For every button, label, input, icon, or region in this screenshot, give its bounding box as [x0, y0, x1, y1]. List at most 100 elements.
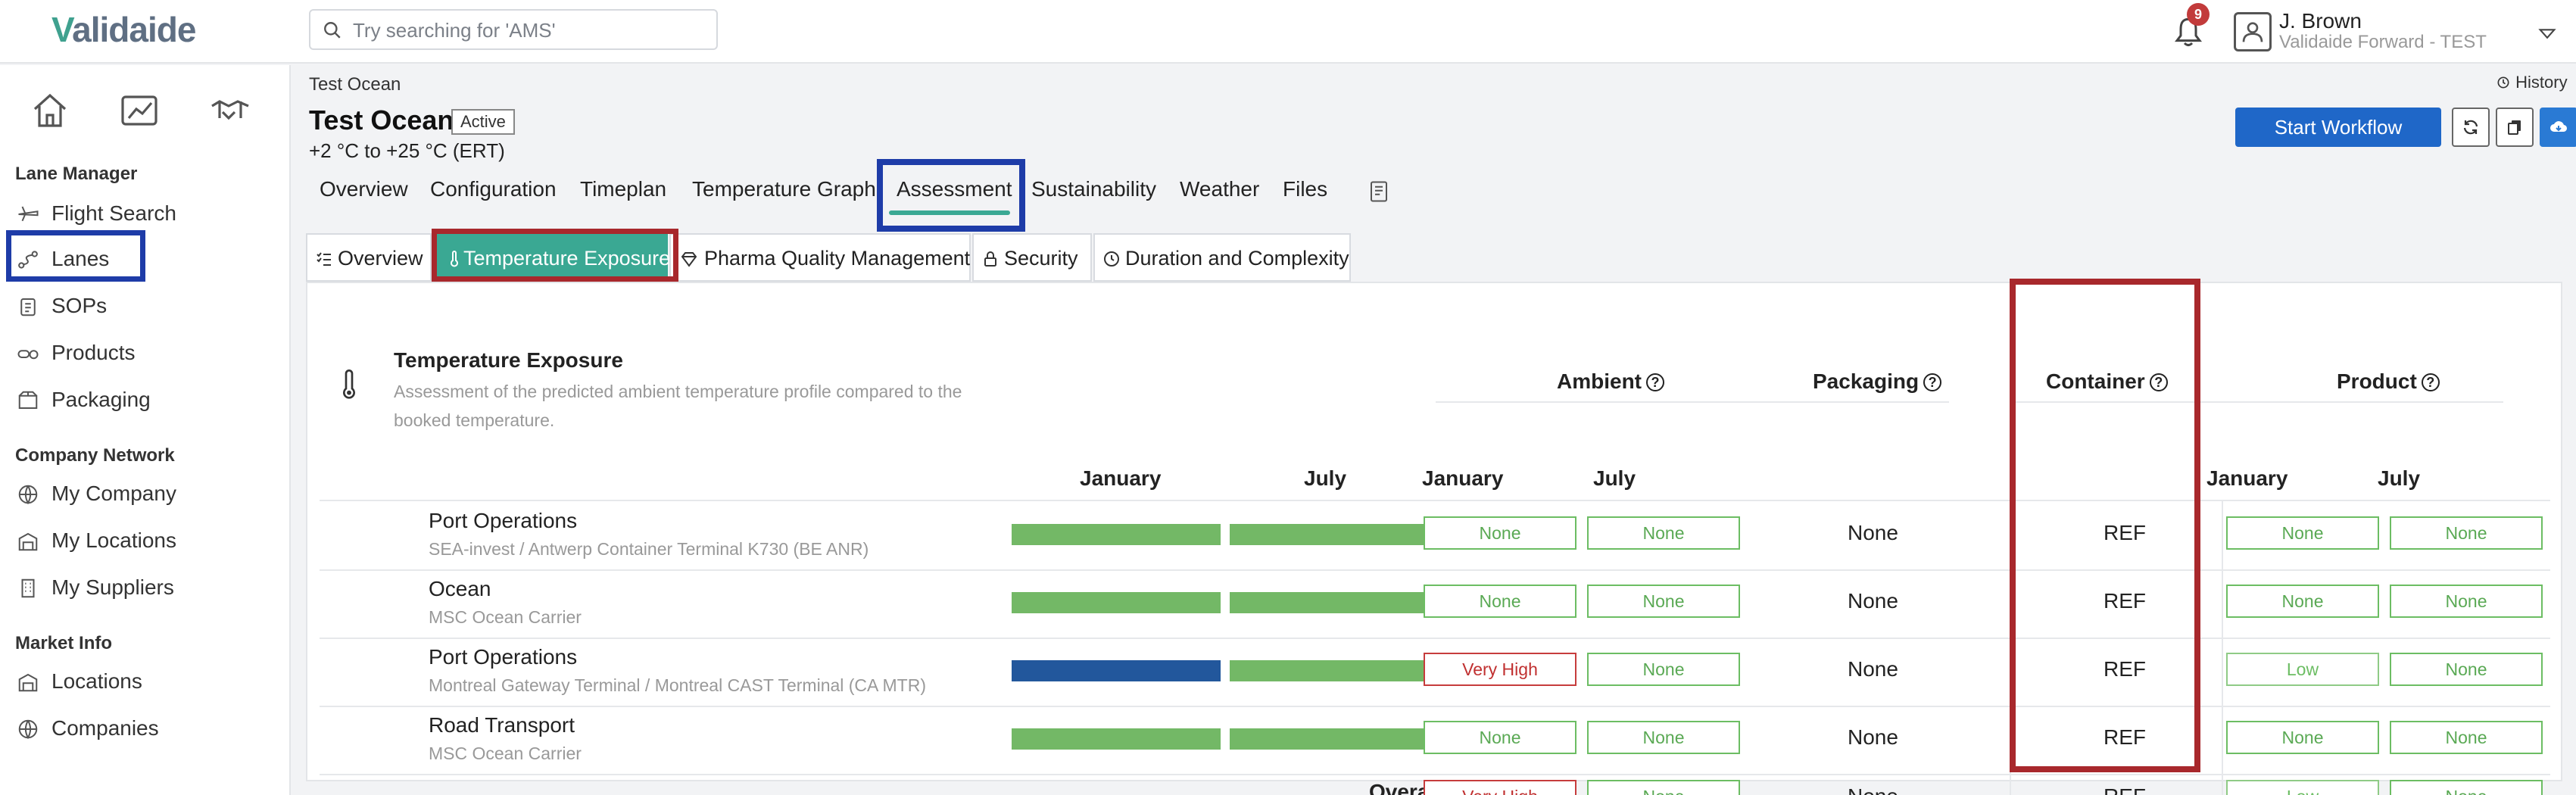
clock-icon — [1104, 251, 1119, 267]
tab-files[interactable]: Files — [1283, 177, 1327, 201]
divider — [2222, 638, 2223, 706]
copy-button[interactable] — [2496, 108, 2534, 147]
row-subtitle: MSC Ocean Carrier — [429, 607, 582, 627]
subtab-security[interactable]: Security — [972, 233, 1092, 282]
notification-badge: 9 — [2187, 3, 2210, 26]
highlight-box — [2010, 279, 2200, 772]
chevron-down-icon[interactable] — [2537, 23, 2558, 44]
month-header: July — [1593, 466, 1636, 490]
search-input[interactable] — [353, 17, 701, 44]
subtab-label: Security — [1004, 247, 1078, 270]
refresh-icon — [2463, 120, 2478, 135]
sidebar-quick-icons — [0, 88, 291, 133]
temperature-bar — [1230, 524, 1439, 545]
refresh-button[interactable] — [2452, 108, 2490, 147]
home-icon[interactable] — [27, 88, 73, 133]
month-header: July — [1304, 466, 1347, 490]
sidebar-item-label: Products — [51, 341, 136, 364]
packaging-value: None — [1848, 589, 1898, 613]
sidebar-item-packaging[interactable]: Packaging — [9, 379, 282, 421]
sidebar-item-my-locations[interactable]: My Locations — [9, 519, 282, 562]
temperature-bar — [1012, 592, 1221, 613]
sidebar-item-my-company[interactable]: My Company — [9, 472, 282, 515]
subtab-label: Overview — [338, 247, 423, 270]
sidebar-item-label: Flight Search — [51, 201, 176, 225]
sidebar-item-label: My Company — [51, 482, 176, 505]
row-subtitle: Montreal Gateway Terminal / Montreal CAS… — [429, 675, 926, 695]
user-icon — [2242, 22, 2263, 42]
product-risk-pill: None — [2390, 721, 2543, 754]
history-link[interactable]: History — [2496, 73, 2568, 92]
product-risk-pill: None — [2390, 653, 2543, 686]
truck-icon — [380, 727, 406, 753]
row-title: Road Transport — [429, 713, 575, 737]
month-header: July — [2378, 466, 2421, 490]
tab-configuration[interactable]: Configuration — [430, 177, 557, 201]
sidebar-item-companies[interactable]: Companies — [9, 707, 282, 750]
chart-icon[interactable] — [117, 88, 162, 133]
calendar-icon — [1819, 592, 1837, 610]
divider — [2222, 706, 2223, 774]
warehouse-icon — [18, 673, 38, 692]
temperature-range: +2 °C to +25 °C (ERT) — [309, 139, 505, 162]
subtab-duration-and-complexity[interactable]: Duration and Complexity — [1093, 233, 1351, 282]
user-menu[interactable]: J. Brown Validaide Forward - TEST — [2234, 9, 2567, 55]
page-title: Test Ocean — [309, 104, 454, 136]
sidebar-item-sops[interactable]: SOPs — [9, 285, 282, 327]
logo[interactable]: Validaide — [51, 9, 196, 50]
sidebar-item-label: Packaging — [51, 388, 151, 411]
question-icon[interactable]: ? — [1646, 373, 1664, 391]
question-icon[interactable]: ? — [2421, 373, 2440, 391]
subtab-overview[interactable]: Overview — [306, 233, 432, 282]
sidebar-item-flight-search[interactable]: Flight Search — [9, 192, 282, 235]
ambient-risk-pill: None — [1424, 721, 1576, 754]
highlight-box — [877, 159, 1025, 232]
sidebar-item-my-suppliers[interactable]: My Suppliers — [9, 566, 282, 609]
ambient-risk-pill: None — [1424, 516, 1576, 550]
sidebar-item-products[interactable]: Products — [9, 332, 282, 374]
tab-sustainability[interactable]: Sustainability — [1031, 177, 1156, 201]
product-risk-pill: None — [2226, 721, 2379, 754]
product-risk-pill: Low — [2226, 653, 2379, 686]
sidebar-item-locations[interactable]: Locations — [9, 660, 282, 703]
sidebar: Lane Manager Flight Search Lanes SOPs Pr… — [0, 65, 291, 795]
subtab-label: Pharma Quality Management — [704, 247, 971, 270]
tab-weather[interactable]: Weather — [1180, 177, 1259, 201]
breadcrumb[interactable]: Test Ocean — [309, 74, 401, 95]
history-label: History — [2515, 73, 2568, 92]
user-name: J. Brown — [2279, 9, 2362, 33]
sidebar-section-market-info: Market Info — [15, 633, 113, 653]
row-title: Ocean — [429, 577, 491, 600]
temperature-bar — [1230, 728, 1439, 750]
search-box[interactable] — [309, 9, 718, 50]
ambient-risk-pill: None — [1587, 516, 1740, 550]
cloud-download-button[interactable] — [2540, 108, 2576, 147]
subtab-pharma-quality-management[interactable]: Pharma Quality Management — [669, 233, 971, 282]
tab-temperature-graph[interactable]: Temperature Graph — [692, 177, 876, 201]
product-risk-pill: None — [2226, 516, 2379, 550]
handshake-icon[interactable] — [207, 88, 253, 133]
ship-icon — [380, 591, 406, 616]
divider — [320, 774, 2550, 775]
calendar-icon — [1819, 787, 1837, 795]
globe-icon — [18, 485, 38, 505]
temperature-bar — [1230, 660, 1439, 681]
temperature-bar — [1012, 524, 1221, 545]
question-icon[interactable]: ? — [1923, 373, 1942, 391]
tab-overview[interactable]: Overview — [320, 177, 408, 201]
ambient-risk-pill: None — [1587, 780, 1740, 795]
main-content: Test Ocean History Test Ocean Active +2 … — [292, 65, 2576, 795]
plane-icon — [18, 206, 39, 222]
history-icon — [2497, 76, 2509, 89]
top-bar: Validaide 9 J. Brown Validaide Forward -… — [0, 0, 2576, 64]
notes-icon[interactable] — [1368, 179, 1390, 204]
highlight-box — [6, 230, 145, 282]
start-workflow-button[interactable]: Start Workflow — [2235, 108, 2441, 147]
column-header-product: Product? — [2337, 369, 2440, 394]
sidebar-item-label: My Locations — [51, 528, 176, 552]
product-risk-pill: Low — [2226, 780, 2379, 795]
tab-timeplan[interactable]: Timeplan — [580, 177, 666, 201]
row-subtitle: SEA-invest / Antwerp Container Terminal … — [429, 539, 869, 559]
anchor-icon — [380, 659, 406, 684]
divider — [2222, 501, 2223, 569]
